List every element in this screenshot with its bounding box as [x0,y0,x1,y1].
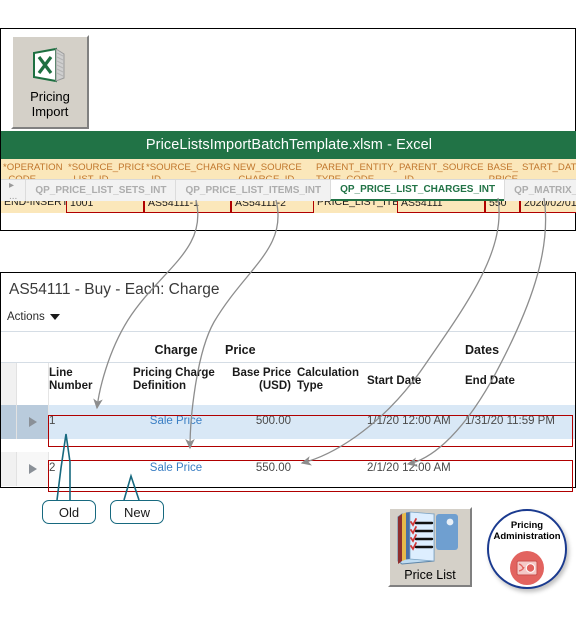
price-list-label: Price List [404,568,456,582]
pricing-import-label: Pricing Import [30,89,70,119]
excel-title-bar: PriceListsImportBatchTemplate.xlsm - Exc… [1,131,576,159]
excel-sheet-tabbar: ▸ ... QP_PRICE_LIST_SETS_INT QP_PRICE_LIS… [1,179,576,202]
col-expander-spacer [17,363,49,405]
sheet-tab-0[interactable]: QP_PRICE_LIST_SETS_INT [25,180,175,201]
col-header-end-date[interactable]: End Date [465,363,575,405]
col-header-line-number[interactable]: Line Number [49,363,133,405]
excel-title-text: PriceListsImportBatchTemplate.xlsm - Exc… [145,137,433,153]
cell-charge-definition[interactable]: Sale Price [133,452,219,486]
chevron-right-icon [28,464,37,474]
excel-panel: Pricing Import PriceListsImportBatchTemp… [0,28,576,231]
cell-base-price: 500.00 [255,415,291,427]
cell-end-date [465,452,575,486]
pricing-import-button[interactable]: Pricing Import [11,35,89,129]
sheet-nav-icons[interactable]: ▸ ... [1,179,25,202]
cell-end-date: 1/31/20 11:59 PM [465,415,555,427]
row-gutter [1,405,17,439]
cell-start-date: 1/1/20 12:00 AM [367,415,451,427]
sheet-tab-2[interactable]: QP_PRICE_LIST_CHARGES_INT [330,180,505,201]
group-header-price: Price [225,343,256,357]
table-row[interactable]: 2 Sale Price 550.00 2/1/20 12:00 AM [1,452,575,486]
actions-label: Actions [7,311,45,323]
callout-new-label: New [123,504,150,520]
pricing-administration-label: Pricing Administration [493,520,561,542]
charge-table: Charge Price Dates Line Number Pricing C… [1,331,575,486]
col-header-charge-definition[interactable]: Pricing Charge Definition [133,363,219,405]
screenshot-root: Pricing Import PriceListsImportBatchTemp… [0,0,576,624]
row-expand-button[interactable] [17,405,49,439]
callout-new: New [110,500,164,524]
col-gutter [1,363,17,405]
cell-line-number: 2 [49,462,56,474]
table-row[interactable]: 1 Sale Price 500.00 1/1/20 12:00 AM 1/31/20 … [1,405,575,439]
excel-file-icon [30,45,70,85]
page-title: AS54111 - Buy - Each: Charge [9,281,220,298]
col-header-calculation-type[interactable]: Calculation Type [291,363,367,405]
price-list-button[interactable]: Price List [388,507,472,587]
cell-calculation-type [291,452,367,486]
table-group-header-row: Charge Price Dates [1,332,575,362]
col-header-base-price[interactable]: Base Price (USD) [219,363,291,405]
group-header-charge: Charge [154,343,198,357]
group-header-dates: Dates [465,343,500,357]
price-list-tag-icon [397,511,458,565]
table-body: 1 Sale Price 500.00 1/1/20 12:00 AM 1/31/20 … [1,405,575,486]
pricing-administration-button[interactable]: Pricing Administration [487,509,567,589]
sheet-nav-label: ▸ ... [9,179,18,202]
chevron-right-icon [28,417,37,427]
charge-panel: AS54111 - Buy - Each: Charge Actions Cha… [0,272,576,492]
row-expand-button[interactable] [17,452,49,486]
row-spacer [1,439,575,452]
row-gutter [1,452,17,486]
chevron-down-icon [49,314,60,320]
actions-menu[interactable]: Actions [7,311,60,323]
callout-old: Old [42,500,96,524]
table-column-header-row: Line Number Pricing Charge Definition Ba… [1,363,575,405]
pricing-admin-icon [510,551,544,585]
cell-line-number: 1 [49,415,56,427]
callout-old-label: Old [58,504,80,520]
cell-base-price: 550.00 [255,462,291,474]
sheet-tab-3[interactable]: QP_MATRIX_DIMENSION [504,180,576,201]
sheet-tab-1[interactable]: QP_PRICE_LIST_ITEMS_INT [175,180,330,201]
cell-charge-definition[interactable]: Sale Price [133,405,219,439]
cell-start-date: 2/1/20 12:00 AM [367,462,451,474]
col-header-start-date[interactable]: Start Date [367,363,465,405]
cell-calculation-type [291,405,367,439]
